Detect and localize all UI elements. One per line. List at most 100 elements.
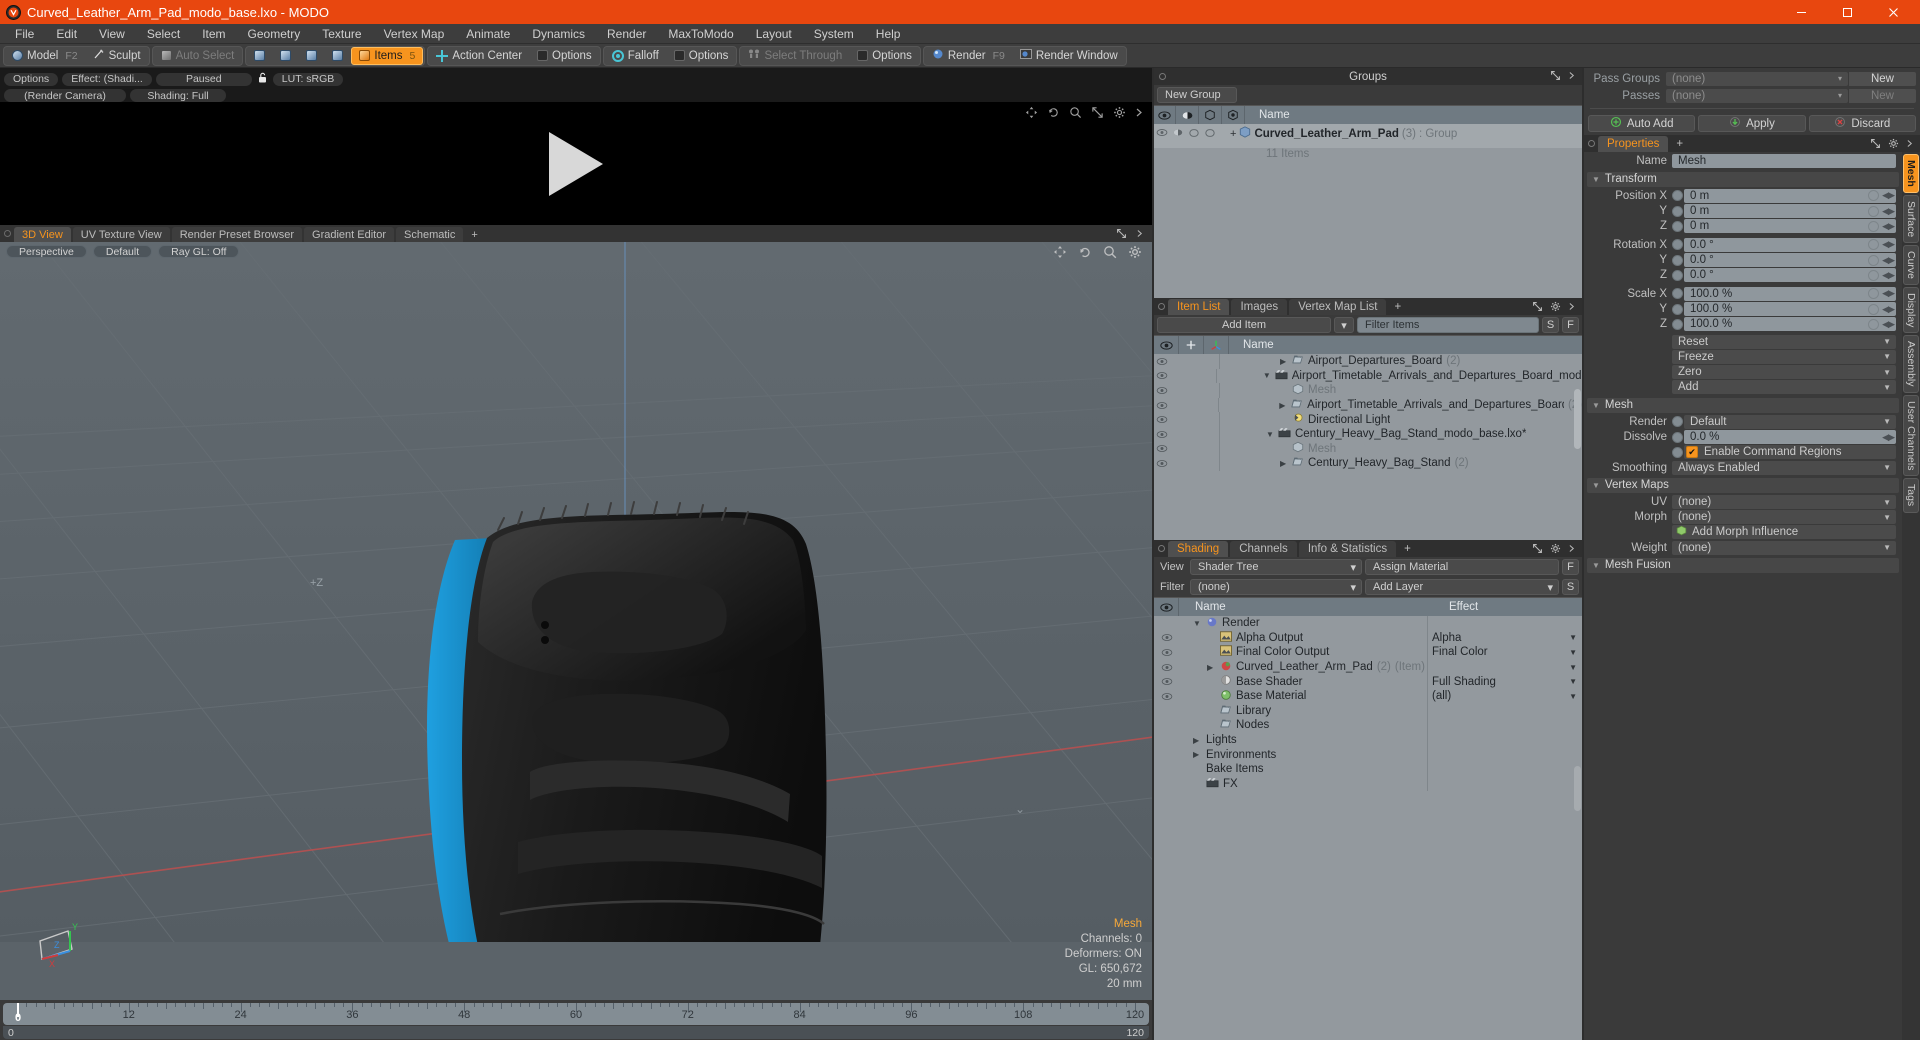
menu-layout[interactable]: Layout: [745, 25, 803, 43]
animate-dot-icon[interactable]: [1868, 269, 1879, 281]
table-row[interactable]: ▶ Environments: [1154, 747, 1582, 762]
passes-dropdown[interactable]: (none) ▾: [1666, 88, 1848, 103]
preview-camera-button[interactable]: (Render Camera): [4, 89, 126, 102]
zoom-icon[interactable]: [1069, 106, 1082, 122]
discard-button[interactable]: Discard: [1808, 115, 1916, 132]
shading-filter-dropdown[interactable]: (none) ▾: [1190, 579, 1362, 595]
row-lock-toggle[interactable]: [1202, 126, 1218, 138]
table-row[interactable]: Library: [1154, 703, 1582, 719]
enable-command-regions-toggle[interactable]: ✔ Enable Command Regions: [1684, 445, 1896, 460]
gear-icon[interactable]: [1113, 106, 1126, 122]
channel-dot[interactable]: [1672, 254, 1683, 266]
gear-icon[interactable]: [1550, 543, 1561, 557]
falloff-button[interactable]: Falloff: [604, 46, 666, 65]
table-row[interactable]: Mesh: [1154, 383, 1582, 398]
add-shading-tab-button[interactable]: +: [1398, 541, 1417, 557]
render-preview-image[interactable]: [0, 102, 1152, 225]
side-tab-mesh[interactable]: Mesh: [1903, 154, 1919, 193]
spinner-arrows-icon[interactable]: ◀▶: [1882, 190, 1895, 201]
menu-system[interactable]: System: [803, 25, 865, 43]
animate-dot-icon[interactable]: [1868, 190, 1879, 202]
panel-menu-dot-icon[interactable]: [4, 230, 11, 237]
expand-arrow-icon[interactable]: ▶: [1193, 750, 1202, 759]
spinner-arrows-icon[interactable]: ◀▶: [1882, 304, 1895, 315]
model-mode-button[interactable]: Model F2: [5, 46, 85, 65]
panel-menu-dot-icon[interactable]: [1588, 140, 1595, 147]
menu-file[interactable]: File: [4, 25, 45, 43]
viewport-perspective-button[interactable]: Perspective: [6, 245, 87, 258]
spinner-arrows-icon[interactable]: ◀▶: [1882, 270, 1895, 281]
expand-arrow-icon[interactable]: ▼: [1266, 430, 1274, 439]
close-button[interactable]: [1870, 0, 1916, 24]
rotate-icon[interactable]: [1078, 245, 1092, 262]
animate-dot-icon[interactable]: [1868, 239, 1879, 251]
mesh-fusion-section-header[interactable]: ▼ Mesh Fusion: [1587, 557, 1899, 573]
transform-value-input[interactable]: 0 m ◀▶: [1684, 204, 1896, 219]
assign-material-button[interactable]: Assign Material: [1365, 559, 1559, 575]
side-tab-display[interactable]: Display: [1903, 287, 1919, 334]
table-row[interactable]: Bake Items: [1154, 761, 1582, 777]
channel-dot[interactable]: [1672, 269, 1683, 281]
row-visibility-icon[interactable]: [1154, 663, 1179, 672]
uv-dropdown[interactable]: (none) ▼: [1672, 495, 1896, 510]
tab-item-list[interactable]: Item List: [1168, 299, 1230, 315]
maximize-panel-icon[interactable]: [1870, 138, 1881, 152]
side-tab-tags[interactable]: Tags: [1903, 478, 1919, 513]
channel-dot[interactable]: [1672, 220, 1683, 232]
chevron-down-icon[interactable]: ▼: [1569, 633, 1577, 642]
table-row[interactable]: ▶ Lights: [1154, 732, 1582, 748]
groups-list-rows[interactable]: + Curved_Leather_Arm_Pad (3) : Group 11 …: [1154, 124, 1582, 298]
smoothing-dropdown[interactable]: Always Enabled ▼: [1672, 460, 1896, 475]
item-list-rows[interactable]: ▶ Airport_Departures_Board (2) ▼ Airport_Tim…: [1154, 354, 1582, 540]
side-tab-user-channels[interactable]: User Channels: [1903, 395, 1919, 477]
animate-dot-icon[interactable]: [1868, 318, 1879, 330]
add-viewport-tab-button[interactable]: +: [465, 227, 483, 242]
expand-arrow-icon[interactable]: ▶: [1207, 663, 1216, 672]
material-mode-button[interactable]: [325, 46, 351, 65]
table-row[interactable]: Directional Light: [1154, 412, 1582, 427]
menu-render[interactable]: Render: [596, 25, 657, 43]
filter-f-button[interactable]: F: [1562, 317, 1579, 333]
polygon-mode-button[interactable]: [299, 46, 325, 65]
spinner-arrows-icon[interactable]: ◀▶: [1882, 432, 1895, 443]
animate-dot-icon[interactable]: [1868, 254, 1879, 266]
spinner-arrows-icon[interactable]: ◀▶: [1882, 239, 1895, 250]
filter-s-button[interactable]: S: [1542, 317, 1559, 333]
items-mode-button[interactable]: Items 5: [351, 46, 424, 65]
shading-s-button[interactable]: S: [1562, 579, 1579, 595]
expand-plus-icon[interactable]: +: [1230, 128, 1236, 140]
maximize-viewport-icon[interactable]: [1116, 228, 1127, 242]
expand-arrow-icon[interactable]: ▼: [1263, 371, 1271, 380]
render-dropdown[interactable]: Default ▼: [1684, 414, 1896, 429]
row-shading-icon[interactable]: [1170, 126, 1186, 137]
minimize-button[interactable]: [1778, 0, 1824, 24]
more-icon[interactable]: [1568, 543, 1576, 557]
action-center-button[interactable]: Action Center: [429, 46, 530, 65]
tab-vertex-map-list[interactable]: Vertex Map List: [1289, 299, 1387, 315]
row-visibility-icon[interactable]: [1154, 415, 1170, 424]
row-visibility-icon[interactable]: [1154, 126, 1170, 137]
row-visibility-icon[interactable]: [1154, 444, 1170, 453]
render-button[interactable]: Render F9: [924, 46, 1012, 65]
dissolve-channel-dot[interactable]: [1672, 431, 1683, 443]
spinner-arrows-icon[interactable]: ◀▶: [1882, 319, 1895, 330]
menu-item[interactable]: Item: [191, 25, 236, 43]
tab-shading[interactable]: Shading: [1168, 541, 1229, 557]
channel-dot[interactable]: [1672, 239, 1683, 251]
select-through-button[interactable]: Select Through: [741, 46, 850, 65]
channel-dot[interactable]: [1672, 318, 1683, 330]
expand-arrow-icon[interactable]: ▼: [1193, 619, 1202, 628]
item-list-scrollbar[interactable]: [1574, 389, 1581, 449]
preview-lut-button[interactable]: LUT: sRGB: [272, 72, 344, 86]
menu-view[interactable]: View: [88, 25, 136, 43]
row-visibility-icon[interactable]: [1154, 386, 1170, 395]
morph-dropdown[interactable]: (none) ▼: [1672, 510, 1896, 525]
pass-groups-new-button[interactable]: New: [1848, 71, 1916, 86]
animate-dot-icon[interactable]: [1868, 288, 1879, 300]
maximize-panel-icon[interactable]: [1550, 70, 1561, 84]
preview-shading-button[interactable]: Shading: Full: [130, 89, 226, 102]
more-icon[interactable]: [1135, 106, 1144, 122]
dissolve-input[interactable]: 0.0 % ◀▶: [1684, 430, 1896, 445]
table-row[interactable]: Base Shader Full Shading ▼: [1154, 674, 1582, 689]
animate-dot-icon[interactable]: [1868, 303, 1879, 315]
